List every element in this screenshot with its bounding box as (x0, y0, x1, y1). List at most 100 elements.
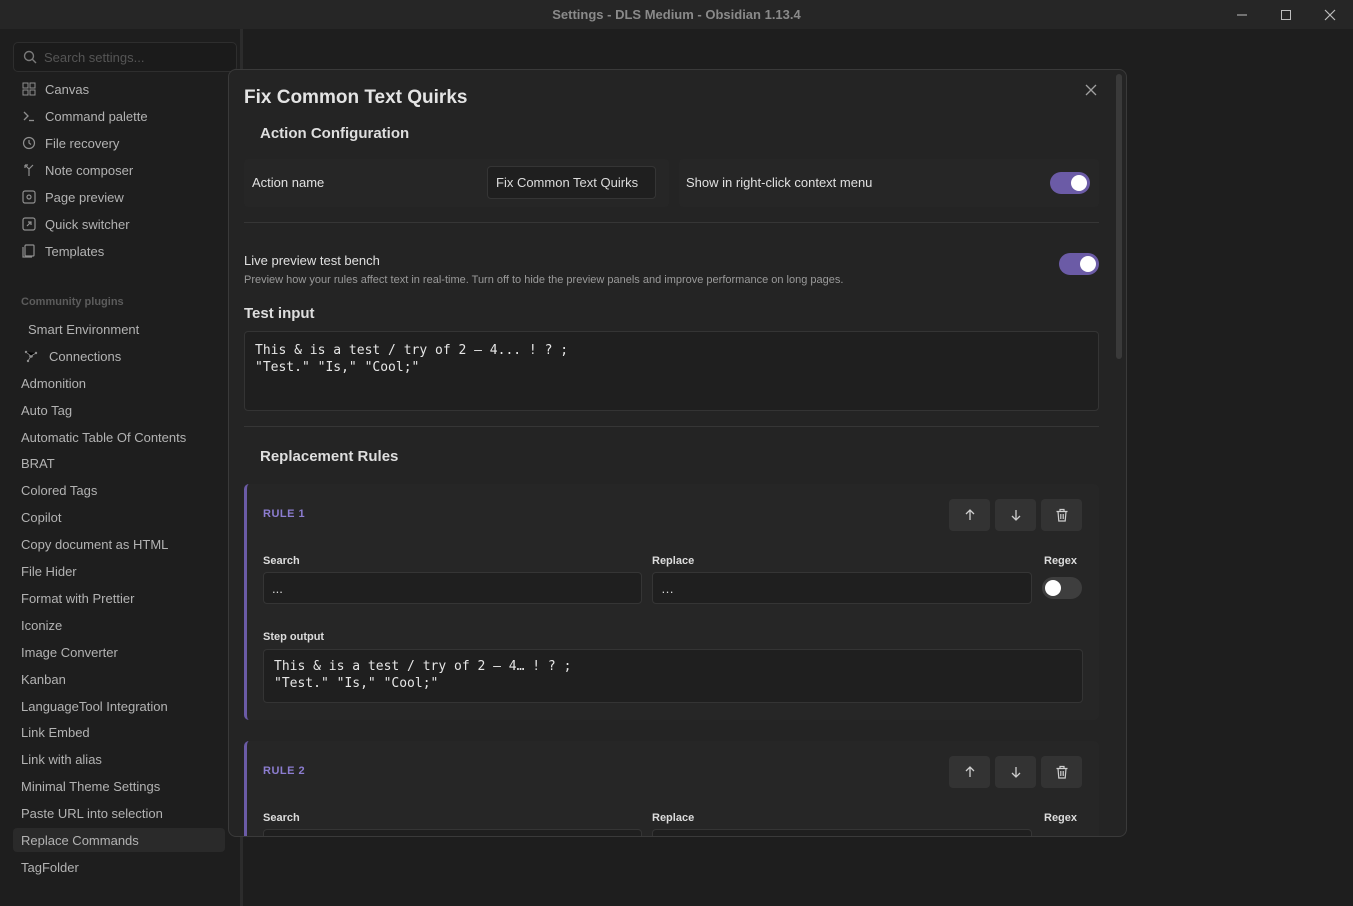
sidebar-item-canvas[interactable]: Canvas (13, 77, 225, 101)
sidebar-item-note-composer[interactable]: Note composer (13, 158, 225, 182)
sidebar-item-label: Image Converter (21, 644, 118, 660)
sidebar-item-kanban[interactable]: Kanban (13, 667, 225, 691)
sidebar-item-label: Copilot (21, 509, 62, 525)
close-icon (1085, 84, 1097, 96)
move-down-button[interactable] (995, 499, 1036, 531)
sidebar-item-label: Iconize (21, 617, 63, 633)
sidebar-item-label: Note composer (45, 162, 134, 178)
rule-replace-input[interactable] (652, 829, 1032, 836)
test-input-heading: Test input (244, 305, 315, 322)
rule-replace-input[interactable] (652, 572, 1032, 604)
search-icon (23, 50, 37, 67)
sidebar-item-format-prettier[interactable]: Format with Prettier (13, 586, 225, 610)
move-up-button[interactable] (949, 756, 990, 788)
sidebar-item-label: File recovery (45, 135, 120, 151)
terminal-icon (21, 108, 37, 124)
sidebar-item-automatic-toc[interactable]: Automatic Table Of Contents (13, 425, 225, 449)
sidebar-item-file-hider[interactable]: File Hider (13, 559, 225, 583)
context-menu-toggle[interactable] (1050, 172, 1090, 194)
arrow-up-icon (965, 766, 974, 777)
sidebar-item-paste-url[interactable]: Paste URL into selection (13, 801, 225, 825)
step-output-box: This & is a test / try of 2 – 4… ! ? ; "… (263, 649, 1083, 703)
maximize-button[interactable] (1264, 0, 1308, 29)
sidebar-item-file-recovery[interactable]: File recovery (13, 131, 225, 155)
regex-label: Regex (1044, 812, 1078, 824)
history-icon (21, 135, 37, 151)
test-input-textarea[interactable]: This & is a test / try of 2 – 4... ! ? ;… (244, 331, 1099, 411)
sidebar-item-templates[interactable]: Templates (13, 239, 225, 263)
sidebar-item-auto-tag[interactable]: Auto Tag (13, 398, 225, 422)
move-up-button[interactable] (949, 499, 990, 531)
replacement-rules-heading: Replacement Rules (260, 448, 399, 465)
sidebar-item-label: File Hider (21, 563, 77, 579)
context-menu-setting: Show in right-click context menu (679, 159, 1099, 207)
rule-search-input[interactable] (263, 572, 642, 604)
action-name-setting: Action name (244, 159, 669, 207)
sidebar-item-link-with-alias[interactable]: Link with alias (13, 747, 225, 771)
sidebar-item-colored-tags[interactable]: Colored Tags (13, 478, 225, 502)
step-output-label: Step output (263, 631, 325, 643)
sidebar-item-page-preview[interactable]: Page preview (13, 185, 225, 209)
replace-label: Replace (652, 555, 695, 567)
sidebar-item-languagetool[interactable]: LanguageTool Integration (13, 694, 225, 718)
delete-rule-button[interactable] (1041, 756, 1082, 788)
regex-label: Regex (1044, 555, 1078, 567)
regex-toggle[interactable] (1042, 577, 1082, 599)
modal-close-button[interactable] (1081, 80, 1101, 100)
modal-scrollbar[interactable] (1116, 74, 1122, 359)
sidebar-item-connections[interactable]: Connections (13, 344, 225, 368)
action-name-input[interactable] (487, 166, 656, 199)
sidebar-item-label: Auto Tag (21, 402, 73, 418)
toggle-knob (1080, 256, 1096, 272)
context-menu-label: Show in right-click context menu (686, 175, 873, 190)
window-close-button[interactable] (1308, 0, 1352, 29)
sidebar-item-smart-environment[interactable]: Smart Environment (13, 317, 225, 341)
sidebar-item-label: Page preview (45, 189, 124, 205)
sidebar-item-label: Paste URL into selection (21, 805, 163, 821)
sidebar-item-label: Copy document as HTML (21, 536, 169, 552)
sidebar-item-label: Minimal Theme Settings (21, 778, 161, 794)
sidebar-item-label: TagFolder (21, 859, 79, 875)
sidebar-item-minimal-theme-settings[interactable]: Minimal Theme Settings (13, 774, 225, 798)
sidebar-item-brat[interactable]: BRAT (13, 451, 225, 475)
sidebar-item-replace-commands[interactable]: Replace Commands (13, 828, 225, 852)
sidebar-item-label: BRAT (21, 455, 55, 471)
trash-icon (1056, 508, 1067, 522)
action-config-heading: Action Configuration (260, 125, 410, 142)
close-icon (1324, 9, 1336, 20)
toggle-knob (1071, 175, 1087, 191)
divider (244, 222, 1099, 223)
sidebar-item-command-palette[interactable]: Command palette (13, 104, 225, 128)
minimize-button[interactable] (1220, 0, 1264, 29)
delete-rule-button[interactable] (1041, 499, 1082, 531)
sidebar-item-label: Admonition (21, 375, 87, 391)
sidebar-item-admonition[interactable]: Admonition (13, 371, 225, 395)
title-bar: Settings - DLS Medium - Obsidian 1.13.4 (0, 0, 1353, 29)
sidebar-item-copy-document-html[interactable]: Copy document as HTML (13, 532, 225, 556)
search-label: Search (263, 812, 300, 824)
sidebar-item-quick-switcher[interactable]: Quick switcher (13, 212, 225, 236)
move-down-button[interactable] (995, 756, 1036, 788)
sidebar-item-label: Replace Commands (21, 832, 139, 848)
sidebar-item-tagfolder[interactable]: TagFolder (13, 855, 225, 879)
sidebar-item-label: Link with alias (21, 751, 102, 767)
sidebar-item-copilot[interactable]: Copilot (13, 505, 225, 529)
action-modal: Fix Common Text Quirks Action Configurat… (228, 69, 1127, 837)
rule-search-input[interactable] (263, 829, 642, 836)
sidebar-item-label: Colored Tags (21, 482, 98, 498)
sidebar-item-iconize[interactable]: Iconize (13, 613, 225, 637)
live-preview-toggle[interactable] (1059, 253, 1099, 275)
sidebar-item-label: Format with Prettier (21, 590, 135, 606)
sidebar-item-label: Connections (49, 348, 122, 364)
sidebar-item-image-converter[interactable]: Image Converter (13, 640, 225, 664)
sidebar-item-label: Smart Environment (28, 321, 140, 337)
sidebar-item-label: Command palette (45, 108, 148, 124)
settings-search[interactable] (13, 42, 237, 72)
trash-icon (1056, 765, 1067, 779)
search-input[interactable] (44, 48, 229, 66)
community-plugins-heading: Community plugins (21, 296, 124, 308)
sidebar-item-link-embed[interactable]: Link Embed (13, 720, 225, 744)
sidebar-item-label: Quick switcher (45, 216, 130, 232)
merge-icon (21, 162, 37, 178)
sidebar-item-label: Canvas (45, 81, 90, 97)
